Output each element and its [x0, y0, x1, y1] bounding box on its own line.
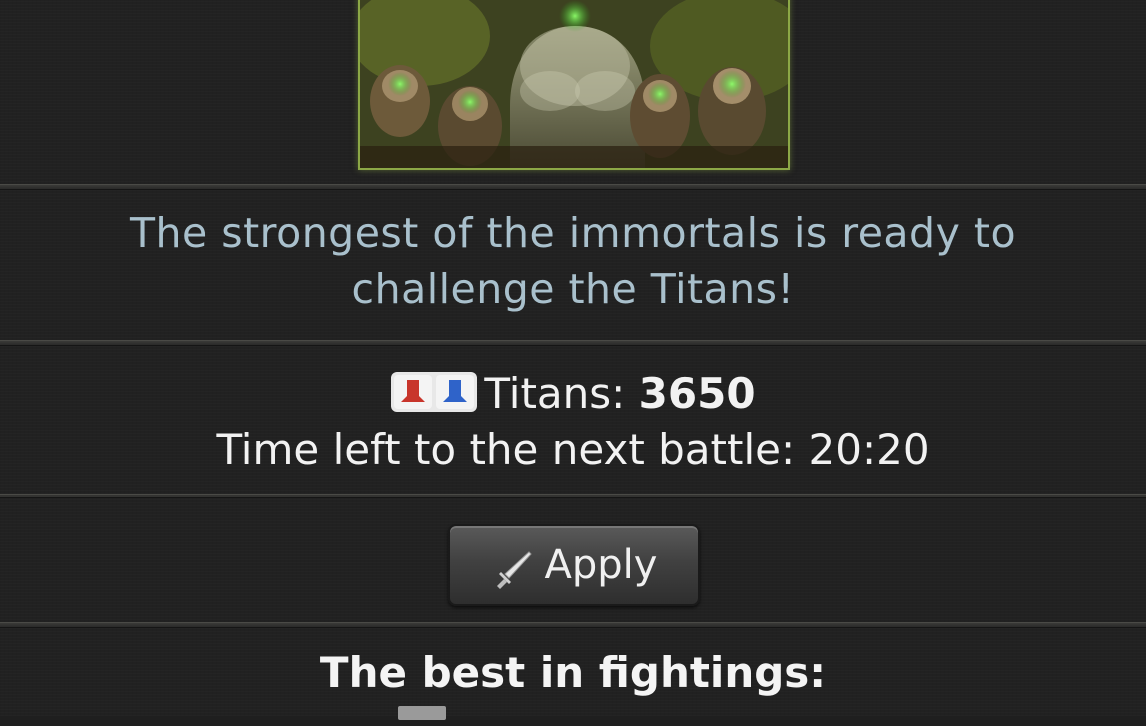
- apply-label: Apply: [544, 542, 658, 588]
- section-divider: [0, 494, 1146, 498]
- best-fighters-heading: The best in fightings:: [319, 648, 827, 697]
- titans-icon: [391, 372, 478, 412]
- boss-tagline: The strongest of the immortals is ready …: [0, 205, 1146, 317]
- section-divider: [0, 340, 1146, 346]
- titans-count-row: Titans: 3650: [0, 366, 1146, 422]
- tagline-line-2: challenge the Titans!: [351, 265, 795, 313]
- battle-timer-row: Time left to the next battle: 20:20: [0, 422, 1146, 478]
- sword-icon: [496, 551, 532, 589]
- titans-label: Titans:: [484, 369, 626, 418]
- timer-label: Time left to the next battle:: [216, 425, 796, 474]
- tagline-line-1: The strongest of the immortals is ready …: [129, 209, 1017, 257]
- timer-value: 20:20: [808, 425, 930, 474]
- apply-button[interactable]: Apply: [448, 524, 700, 606]
- titans-value: 3650: [638, 369, 756, 418]
- leaderboard-peek: [398, 706, 446, 726]
- boss-artwork: [358, 0, 790, 170]
- section-divider: [0, 184, 1146, 190]
- rank-badge-icon: [398, 706, 446, 720]
- section-divider: [0, 622, 1146, 628]
